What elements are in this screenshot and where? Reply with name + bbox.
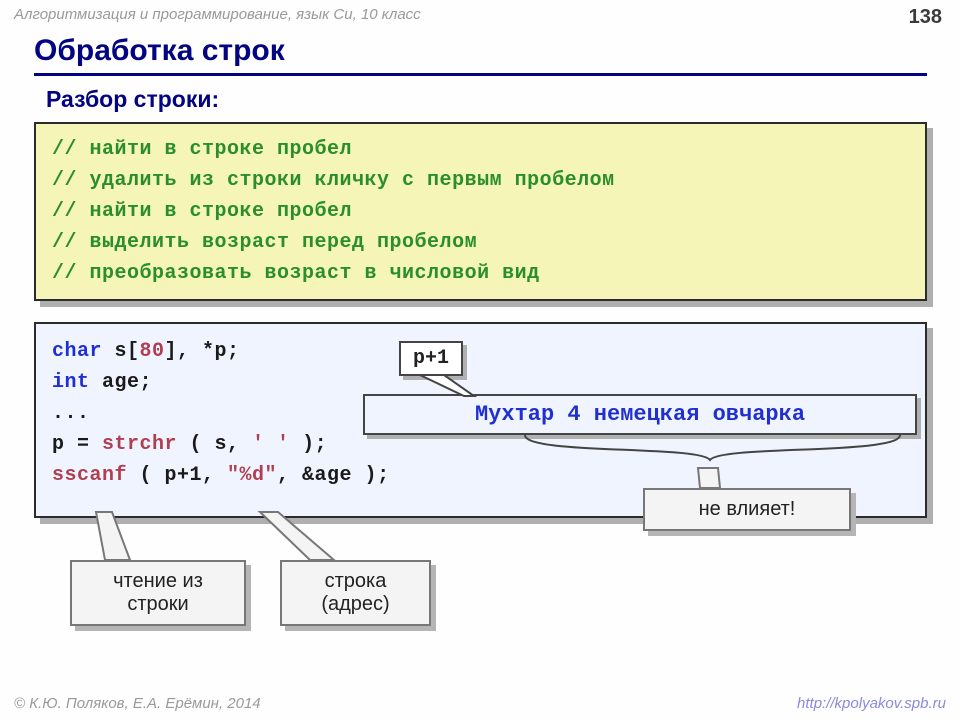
comment-line: // найти в строке пробел [52, 196, 909, 227]
copyright: © К.Ю. Поляков, Е.А. Ерёмин, 2014 [14, 695, 261, 712]
code-line: char s[80], *p; [52, 336, 909, 367]
callout-string-address: строка (адрес) [280, 560, 431, 626]
annotation-p1: p+1 [399, 341, 463, 376]
footer: © К.Ю. Поляков, Е.А. Ерёмин, 2014 http:/… [14, 695, 946, 712]
annotation-example-string: Мухтар 4 немецкая овчарка [363, 394, 917, 435]
callout-no-effect: не влияет! [643, 488, 851, 531]
callout-read-from-string: чтение из строки [70, 560, 246, 626]
course-header: Алгоритмизация и программирование, язык … [14, 6, 946, 23]
comments-box: // найти в строке пробел // удалить из с… [34, 122, 927, 301]
code-line: sscanf ( p+1, "%d", &age ); [52, 460, 909, 491]
comment-line: // найти в строке пробел [52, 134, 909, 165]
page-number: 138 [909, 6, 942, 29]
title-rule [34, 73, 927, 76]
comment-line: // преобразовать возраст в числовой вид [52, 258, 909, 289]
section-subtitle: Разбор строки: [46, 86, 219, 113]
comment-line: // удалить из строки кличку с первым про… [52, 165, 909, 196]
comment-line: // выделить возраст перед пробелом [52, 227, 909, 258]
footer-link[interactable]: http://kpolyakov.spb.ru [797, 695, 946, 712]
page-title: Обработка строк [34, 34, 285, 68]
